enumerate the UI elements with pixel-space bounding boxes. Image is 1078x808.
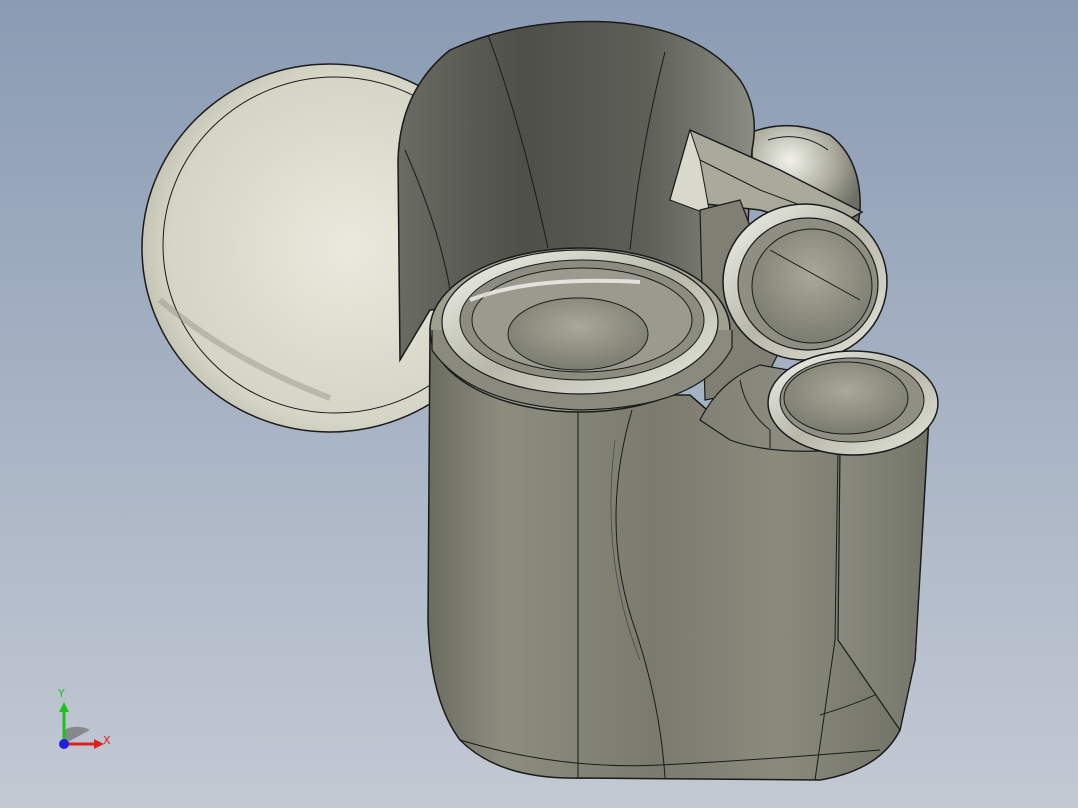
cad-3d-viewport[interactable]: Y X [0,0,1078,808]
z-axis-dot [59,739,69,749]
top-port-ring [429,247,733,413]
y-axis-label: Y [58,687,65,700]
3d-model-render[interactable] [0,0,1078,808]
x-axis-label: X [103,734,111,747]
coordinate-triad [59,702,104,749]
